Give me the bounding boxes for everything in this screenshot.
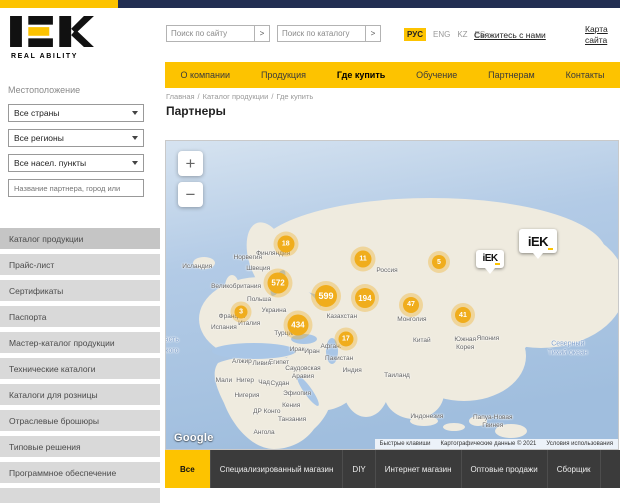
map-cluster-marker[interactable]: 11 bbox=[355, 250, 372, 267]
map-cluster-marker[interactable]: 434 bbox=[287, 314, 308, 335]
nav-item[interactable]: Продукция bbox=[261, 70, 306, 80]
breadcrumb-link[interactable]: Главная bbox=[166, 92, 195, 101]
sidebar-menu-item[interactable]: Сертификаты bbox=[0, 280, 160, 301]
filter-tab[interactable]: Сборщик bbox=[548, 450, 601, 488]
map-cluster-marker[interactable]: 572 bbox=[268, 272, 289, 293]
iek-pin-marker[interactable]: iEK bbox=[519, 229, 557, 253]
iek-logo-glyph bbox=[10, 16, 94, 47]
page: REAL ABILITY > > РУСENGKZES Свяжитесь с … bbox=[0, 0, 620, 503]
main-nav: О компании Продукция Где купить Обучение Пар… bbox=[165, 62, 620, 88]
language-option[interactable]: KZ bbox=[457, 30, 467, 39]
filter-tab[interactable]: Оптовые продажи bbox=[462, 450, 548, 488]
language-option[interactable]: ENG bbox=[433, 30, 450, 39]
breadcrumb-segment: / Каталог продукции bbox=[195, 92, 269, 101]
breadcrumb-segment: / Главная bbox=[166, 92, 195, 101]
filter-tab[interactable]: Интернет магазин bbox=[376, 450, 462, 488]
filter-tab[interactable]: Все bbox=[165, 450, 211, 488]
filter-tab[interactable]: Специализированный магазин bbox=[211, 450, 344, 488]
sidebar-menu: Каталог продукции Прайс-лист Сертификаты Па… bbox=[0, 228, 160, 503]
breadcrumb-segment: / Где купить bbox=[268, 92, 313, 101]
nav-item[interactable]: Обучение bbox=[416, 70, 457, 80]
logo-tagline: REAL ABILITY bbox=[11, 53, 78, 60]
site-search-button[interactable]: > bbox=[254, 25, 270, 42]
sidebar-menu-item[interactable]: Программное обеспечение bbox=[0, 462, 160, 483]
catalog-search-input[interactable] bbox=[277, 25, 365, 42]
city-select[interactable]: Все насел. пункты bbox=[8, 154, 144, 172]
sidebar-menu-item[interactable]: Каталоги для розницы bbox=[0, 384, 160, 405]
map-cluster-marker[interactable]: 194 bbox=[355, 288, 375, 308]
nav-item[interactable]: Партнерам bbox=[488, 70, 535, 80]
page-title: Партнеры bbox=[166, 104, 226, 118]
map-cluster-marker[interactable]: 47 bbox=[403, 297, 419, 313]
map-cluster-marker[interactable]: 17 bbox=[338, 332, 353, 347]
sidebar-menu-item[interactable]: Типовые решения bbox=[0, 436, 160, 457]
header-search-row: > > bbox=[166, 25, 381, 42]
map-cluster-marker[interactable]: 18 bbox=[277, 235, 294, 252]
region-select-value: Все регионы bbox=[14, 133, 64, 143]
iek-pin-accent bbox=[548, 248, 553, 250]
catalog-search-button[interactable]: > bbox=[365, 25, 381, 42]
filter-tab[interactable]: DIY bbox=[343, 450, 375, 488]
sidebar-menu-item[interactable] bbox=[0, 488, 160, 503]
map-cluster-marker[interactable]: 3 bbox=[235, 305, 248, 318]
map-cluster-marker[interactable]: 5 bbox=[432, 255, 446, 269]
breadcrumb-separator: / bbox=[198, 92, 200, 101]
nav-item[interactable]: Где купить bbox=[337, 70, 385, 80]
iek-logo[interactable] bbox=[10, 16, 94, 47]
site-search-input[interactable] bbox=[166, 25, 254, 42]
map-attribution: Быстрые клавиши Картографические данные … bbox=[375, 439, 618, 449]
sidebar-menu-item[interactable]: Прайс-лист bbox=[0, 254, 160, 275]
google-logo[interactable]: Google bbox=[174, 432, 214, 444]
sidebar-menu-item[interactable]: Технические каталоги bbox=[0, 358, 160, 379]
chevron-down-icon bbox=[132, 111, 138, 115]
breadcrumb-link[interactable]: Где купить bbox=[276, 92, 313, 101]
map-cluster-marker[interactable]: 599 bbox=[315, 285, 337, 307]
sidebar-menu-item[interactable]: Мастер-каталог продукции bbox=[0, 332, 160, 353]
country-select[interactable]: Все страны bbox=[8, 104, 144, 122]
sidebar-menu-item[interactable]: Каталог продукции bbox=[0, 228, 160, 249]
map-canvas bbox=[166, 141, 618, 449]
breadcrumb: / Главная / Каталог продукции / Где купи… bbox=[166, 92, 313, 101]
top-accent-yellow bbox=[0, 0, 118, 8]
zoom-out-button[interactable]: − bbox=[178, 182, 203, 207]
iek-pin-marker[interactable]: iEK bbox=[476, 250, 504, 268]
map-terms-link[interactable]: Условия использования bbox=[546, 441, 613, 447]
contact-us-link[interactable]: Свяжитесь с нами bbox=[474, 30, 546, 40]
partner-search-input[interactable] bbox=[8, 179, 144, 197]
top-accent-bar bbox=[0, 0, 620, 8]
zoom-in-button[interactable]: + bbox=[178, 151, 203, 176]
site-search: > bbox=[166, 25, 270, 42]
sidebar-menu-item[interactable]: Паспорта bbox=[0, 306, 160, 327]
country-select-value: Все страны bbox=[14, 108, 59, 118]
language-option[interactable]: РУС bbox=[404, 28, 426, 41]
partners-map[interactable]: ИсландияНорвегияШвецияФинляндияВеликобри… bbox=[165, 140, 619, 450]
iek-pin-accent bbox=[495, 263, 500, 265]
nav-item[interactable]: Контакты bbox=[566, 70, 605, 80]
map-shortcuts-link[interactable]: Быстрые клавиши bbox=[380, 441, 431, 447]
nav-item[interactable]: О компании bbox=[180, 70, 230, 80]
catalog-search: > bbox=[277, 25, 381, 42]
sidebar-menu-item[interactable]: Отраслевые брошюры bbox=[0, 410, 160, 431]
chevron-down-icon bbox=[132, 161, 138, 165]
partner-type-filterbar: ВсеСпециализированный магазинDIYИнтернет… bbox=[165, 450, 620, 488]
sitemap-link[interactable]: Карта сайта bbox=[585, 24, 608, 47]
location-section-title: Местоположение bbox=[8, 85, 80, 95]
city-select-value: Все насел. пункты bbox=[14, 158, 86, 168]
map-cluster-marker[interactable]: 41 bbox=[455, 307, 471, 323]
breadcrumb-link[interactable]: Каталог продукции bbox=[203, 92, 269, 101]
chevron-down-icon bbox=[132, 136, 138, 140]
map-data-credit: Картографические данные © 2021 bbox=[441, 441, 537, 447]
top-accent-navy bbox=[118, 0, 620, 8]
iek-pin-brand: iEK bbox=[528, 234, 548, 249]
breadcrumb-separator: / bbox=[271, 92, 273, 101]
region-select[interactable]: Все регионы bbox=[8, 129, 144, 147]
